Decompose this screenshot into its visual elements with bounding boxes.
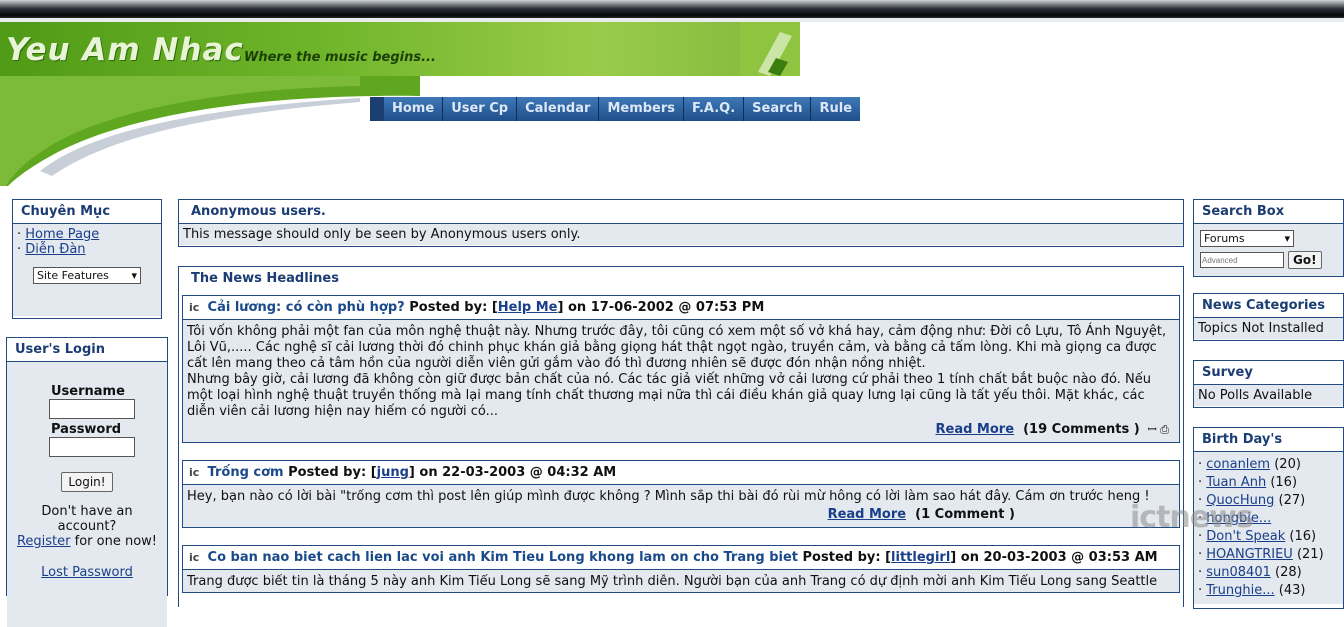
print-icon[interactable]: ꟷ ⎙ (1144, 423, 1169, 436)
forums-select[interactable]: Forums ▾ (1200, 230, 1294, 247)
birthday-user-link[interactable]: Trunghie... (1206, 583, 1274, 598)
news-item-author[interactable]: littlegirl (891, 550, 950, 565)
password-input[interactable] (49, 437, 135, 457)
news-categories-text: Topics Not Installed (1194, 318, 1343, 339)
anonymous-message: This message should only be seen by Anon… (179, 224, 1183, 245)
news-item-title[interactable]: Co ban nao biet cach lien lac voi anh Ki… (208, 550, 798, 565)
news-item-title[interactable]: Cải lương: có còn phù hợp? (208, 300, 405, 315)
login-button[interactable]: Login! (61, 472, 113, 492)
nav-home[interactable]: Home (384, 97, 444, 121)
comment-count: (1 Comment ) (915, 507, 1015, 522)
site-subtitle: Where the music begins... (244, 50, 436, 65)
birthday-item: · sun08401 (28) (1198, 565, 1302, 580)
news-item-author[interactable]: Help Me (498, 300, 558, 315)
chuyen-muc-box: Chuyên Mục · Home Page · Diễn Đàn Site F… (12, 199, 162, 319)
login-title: User's Login (7, 338, 167, 362)
site-banner: Yeu Am Nhac Where the music begins... (0, 22, 800, 76)
password-label: Password (51, 422, 122, 437)
news-item-body: Trang được biết tin là tháng 5 này anh K… (183, 570, 1179, 592)
news-item-header: ic Co ban nao biet cach lien lac voi anh… (183, 546, 1179, 570)
chevron-down-icon: ▾ (1284, 232, 1290, 245)
search-box: Search Box Forums ▾ Go! (1193, 199, 1344, 277)
no-account-text: Don't have an account? (41, 504, 133, 534)
home-page-link[interactable]: Home Page (25, 227, 99, 242)
birthday-user-link[interactable]: Tuan Anh (1206, 475, 1266, 490)
birthday-user-link[interactable]: conanlem (1206, 457, 1270, 472)
news-item-body: Hey, bạn nào có lời bài "trống cơm thì p… (183, 485, 1179, 527)
news-categories-box: News Categories Topics Not Installed (1193, 293, 1344, 341)
comment-count: (19 Comments ) (1023, 422, 1140, 437)
news-item-header: ic Trống cơm Posted by: [jung] on 22-03-… (183, 461, 1179, 485)
nav-members[interactable]: Members (599, 97, 685, 121)
login-body: Username Password Login! Don't have an a… (7, 362, 167, 627)
birthday-item: · HOANGTRIEU (21) (1198, 547, 1324, 562)
news-item: ic Cải lương: có còn phù hợp? Posted by:… (182, 295, 1180, 443)
register-link[interactable]: Register (17, 534, 71, 549)
username-label: Username (51, 384, 125, 399)
site-title: Yeu Am Nhac (6, 32, 244, 68)
chuyen-muc-body: · Home Page · Diễn Đàn Site Features ▾ (13, 224, 161, 316)
news-icon: ic (189, 466, 200, 479)
main-nav: Home User Cp Calendar Members F.A.Q. Sea… (370, 97, 861, 121)
watermark-logo: ictnews (1130, 500, 1254, 535)
chuyen-muc-title: Chuyên Mục (13, 200, 161, 224)
news-headlines-title: The News Headlines (191, 271, 339, 286)
lost-password-link[interactable]: Lost Password (41, 565, 133, 580)
logo-mark-icon (740, 22, 800, 76)
nav-faq[interactable]: F.A.Q. (684, 97, 745, 121)
nav-calendar[interactable]: Calendar (517, 97, 600, 121)
birthday-item: · conanlem (20) (1198, 457, 1301, 472)
news-item: ic Co ban nao biet cach lien lac voi anh… (182, 545, 1180, 593)
site-features-select[interactable]: Site Features ▾ (33, 267, 141, 284)
news-icon: ic (189, 301, 200, 314)
birthdays-title: Birth Day's (1194, 428, 1343, 452)
read-more-link[interactable]: Read More (936, 422, 1015, 437)
news-item-body: Tôi vốn không phải một fan của môn nghệ … (183, 320, 1179, 442)
nav-user-cp[interactable]: User Cp (443, 97, 518, 121)
survey-text: No Polls Available (1194, 385, 1343, 406)
nav-rule[interactable]: Rule (811, 97, 860, 121)
news-item-title[interactable]: Trống cơm (208, 465, 284, 480)
chevron-down-icon: ▾ (131, 269, 137, 282)
search-box-title: Search Box (1194, 200, 1343, 224)
news-item-author[interactable]: jung (377, 465, 409, 480)
search-input[interactable] (1200, 252, 1284, 268)
birthday-item: · Tuan Anh (16) (1198, 475, 1298, 490)
login-box: User's Login Username Password Login! Do… (6, 337, 168, 627)
read-more-link[interactable]: Read More (828, 507, 907, 522)
nav-search[interactable]: Search (744, 97, 812, 121)
anonymous-box: Anonymous users. This message should onl… (178, 199, 1184, 247)
survey-title: Survey (1194, 361, 1343, 385)
search-box-body: Forums ▾ Go! (1194, 224, 1343, 276)
birthday-user-link[interactable]: HOANGTRIEU (1206, 547, 1293, 562)
news-item: ic Trống cơm Posted by: [jung] on 22-03-… (182, 460, 1180, 528)
anonymous-title: Anonymous users. (179, 200, 1183, 224)
banner-swoosh (0, 76, 420, 186)
news-icon: ic (189, 551, 200, 564)
go-button[interactable]: Go! (1288, 251, 1322, 269)
news-categories-title: News Categories (1194, 294, 1343, 318)
news-item-header: ic Cải lương: có còn phù hợp? Posted by:… (183, 296, 1179, 320)
username-input[interactable] (49, 399, 135, 419)
survey-box: Survey No Polls Available (1193, 360, 1344, 408)
dien-dan-link[interactable]: Diễn Đàn (25, 242, 85, 257)
birthday-user-link[interactable]: sun08401 (1206, 565, 1271, 580)
birthday-item: · Trunghie... (43) (1198, 583, 1306, 598)
